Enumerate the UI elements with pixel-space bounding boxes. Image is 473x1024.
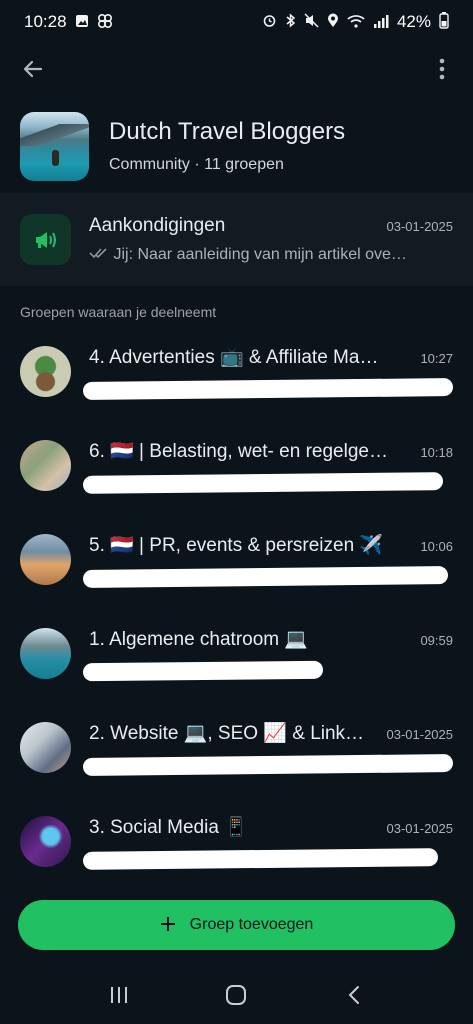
group-title: 4. Advertenties 📺 & Affiliate Ma…: [89, 347, 379, 368]
group-preview-redacted: [82, 563, 453, 588]
recents-icon[interactable]: [99, 975, 139, 1015]
announcements-item[interactable]: Aankondigingen 03-01-2025 Jij: Naar aanl…: [0, 193, 473, 286]
location-icon: [327, 13, 339, 31]
add-group-label: Groep toevoegen: [189, 916, 314, 933]
group-avatar: [20, 439, 71, 491]
group-preview-redacted: [82, 469, 453, 494]
double-check-icon: [89, 246, 113, 263]
battery-percentage: 42%: [396, 12, 431, 31]
group-avatar: [20, 627, 71, 679]
group-title: 1. Algemene chatroom 💻: [89, 629, 309, 650]
add-group-button[interactable]: Groep toevoegen: [18, 900, 455, 950]
group-time: 03-01-2025: [386, 727, 454, 742]
signal-icon: [373, 14, 389, 31]
status-right: 42%: [262, 12, 449, 32]
mute-icon: [304, 13, 319, 31]
system-nav-bar: [0, 965, 473, 1024]
announcements-preview: Jij: Naar aanleiding van mijn artikel ov…: [89, 246, 453, 264]
group-preview-redacted: [82, 845, 453, 870]
group-time: 10:06: [420, 539, 453, 554]
status-bar: 10:28 42%: [0, 0, 473, 44]
announcements-title: Aankondigingen: [89, 215, 226, 236]
group-row-pr-events[interactable]: 5. 🇳🇱 | PR, events & persreizen ✈️ 10:06: [0, 512, 473, 606]
community-info: Dutch Travel Bloggers Community · 11 gro…: [109, 118, 345, 174]
community-title: Dutch Travel Bloggers: [109, 118, 346, 145]
community-subtitle: Community · 11 groepen: [109, 156, 284, 173]
group-row-belasting[interactable]: 6. 🇳🇱 | Belasting, wet- en regelge… 10:1…: [0, 418, 473, 512]
home-icon[interactable]: [216, 975, 256, 1015]
group-title: 5. 🇳🇱 | PR, events & persreizen ✈️: [89, 535, 384, 556]
community-header[interactable]: Dutch Travel Bloggers Community · 11 gro…: [0, 100, 473, 192]
bluetooth-icon: [285, 13, 296, 31]
group-preview-redacted: [82, 657, 453, 682]
megaphone-icon: [20, 214, 71, 265]
group-title: 6. 🇳🇱 | Belasting, wet- en regelge…: [89, 441, 388, 462]
group-row-algemene-chatroom[interactable]: 1. Algemene chatroom 💻 09:59: [0, 606, 473, 700]
group-time: 10:18: [420, 445, 453, 460]
status-left: 10:28: [24, 12, 113, 32]
group-time: 10:27: [420, 351, 453, 366]
announcements-preview-text: Jij: Naar aanleiding van mijn artikel ov…: [113, 246, 407, 263]
arrow-left-icon[interactable]: [16, 52, 50, 86]
group-avatar: [20, 345, 71, 397]
battery-icon: [439, 12, 449, 32]
section-label: Groepen waaraan je deelneemt: [20, 304, 217, 320]
pinwheel-icon: [97, 13, 113, 32]
status-time: 10:28: [24, 12, 67, 31]
more-vertical-icon[interactable]: [425, 52, 459, 86]
alarm-icon: [262, 13, 277, 31]
group-time: 03-01-2025: [386, 821, 454, 836]
plus-icon: [160, 913, 176, 937]
group-title: 3. Social Media 📱: [89, 817, 248, 838]
group-avatar: [20, 815, 71, 867]
group-preview-redacted: [82, 751, 454, 776]
top-app-bar: [0, 46, 473, 92]
group-row-website-seo[interactable]: 2. Website 💻, SEO 📈 & Link… 03-01-2025: [0, 700, 473, 794]
group-row-advertenties[interactable]: 4. Advertenties 📺 & Affiliate Ma… 10:27: [0, 324, 473, 418]
community-avatar: [20, 111, 89, 181]
group-time: 09:59: [420, 633, 453, 648]
announcements-date: 03-01-2025: [386, 219, 454, 234]
back-nav-icon[interactable]: [334, 975, 374, 1015]
wifi-icon: [347, 14, 365, 31]
group-preview-redacted: [82, 375, 454, 400]
group-avatar: [20, 721, 71, 773]
image-icon: [75, 14, 89, 31]
announcements-body: Aankondigingen 03-01-2025 Jij: Naar aanl…: [89, 215, 453, 264]
group-row-social-media[interactable]: 3. Social Media 📱 03-01-2025: [0, 794, 473, 888]
group-avatar: [20, 533, 71, 585]
group-title: 2. Website 💻, SEO 📈 & Link…: [89, 723, 365, 744]
